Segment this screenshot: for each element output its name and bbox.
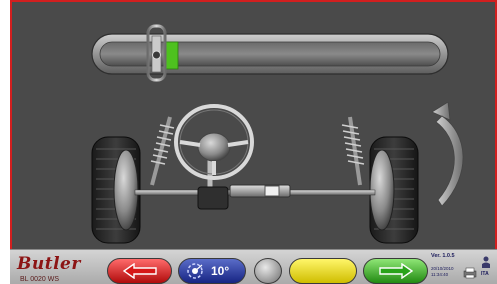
steering-rack <box>134 184 376 210</box>
date-time: 20/10/2010 11:34:40 <box>431 266 454 278</box>
left-wheel <box>91 136 141 244</box>
forward-button[interactable] <box>363 258 428 284</box>
right-arrow-icon <box>378 263 413 279</box>
brand-logo: Butler BL 0020 WS <box>12 254 92 283</box>
software-version: Ver. 1.0.5 <box>431 253 455 259</box>
brand-model: BL 0020 WS <box>20 276 60 283</box>
brand-name: Butler <box>17 254 81 274</box>
left-arrow-icon <box>122 263 157 279</box>
alignment-screen: Butler BL 0020 WS 10° Ver. 1.0.5 20/10/2… <box>10 0 497 284</box>
round-button[interactable] <box>254 258 282 284</box>
steering-angle-button[interactable]: 10° <box>178 258 246 284</box>
display-panel <box>10 0 497 249</box>
right-shock-absorber <box>341 116 365 186</box>
front-axle-drawing <box>91 104 419 244</box>
steering-scale <box>91 24 449 82</box>
bottom-toolbar: Butler BL 0020 WS 10° Ver. 1.0.5 20/10/2… <box>10 249 497 284</box>
steering-angle-value: 10° <box>211 264 230 278</box>
steering-wheel <box>174 104 254 180</box>
scale-track <box>99 41 441 67</box>
back-button[interactable] <box>107 258 172 284</box>
current-time: 11:34:40 <box>431 272 449 277</box>
user-icon[interactable] <box>481 256 491 268</box>
left-shock-absorber <box>150 116 175 186</box>
printer-icon[interactable] <box>463 267 477 279</box>
steering-angle-icon <box>187 263 203 279</box>
right-wheel <box>369 136 419 244</box>
language-indicator[interactable]: ITA <box>481 271 489 277</box>
yellow-button[interactable] <box>289 258 357 284</box>
rotate-arrow-icon <box>431 102 464 207</box>
